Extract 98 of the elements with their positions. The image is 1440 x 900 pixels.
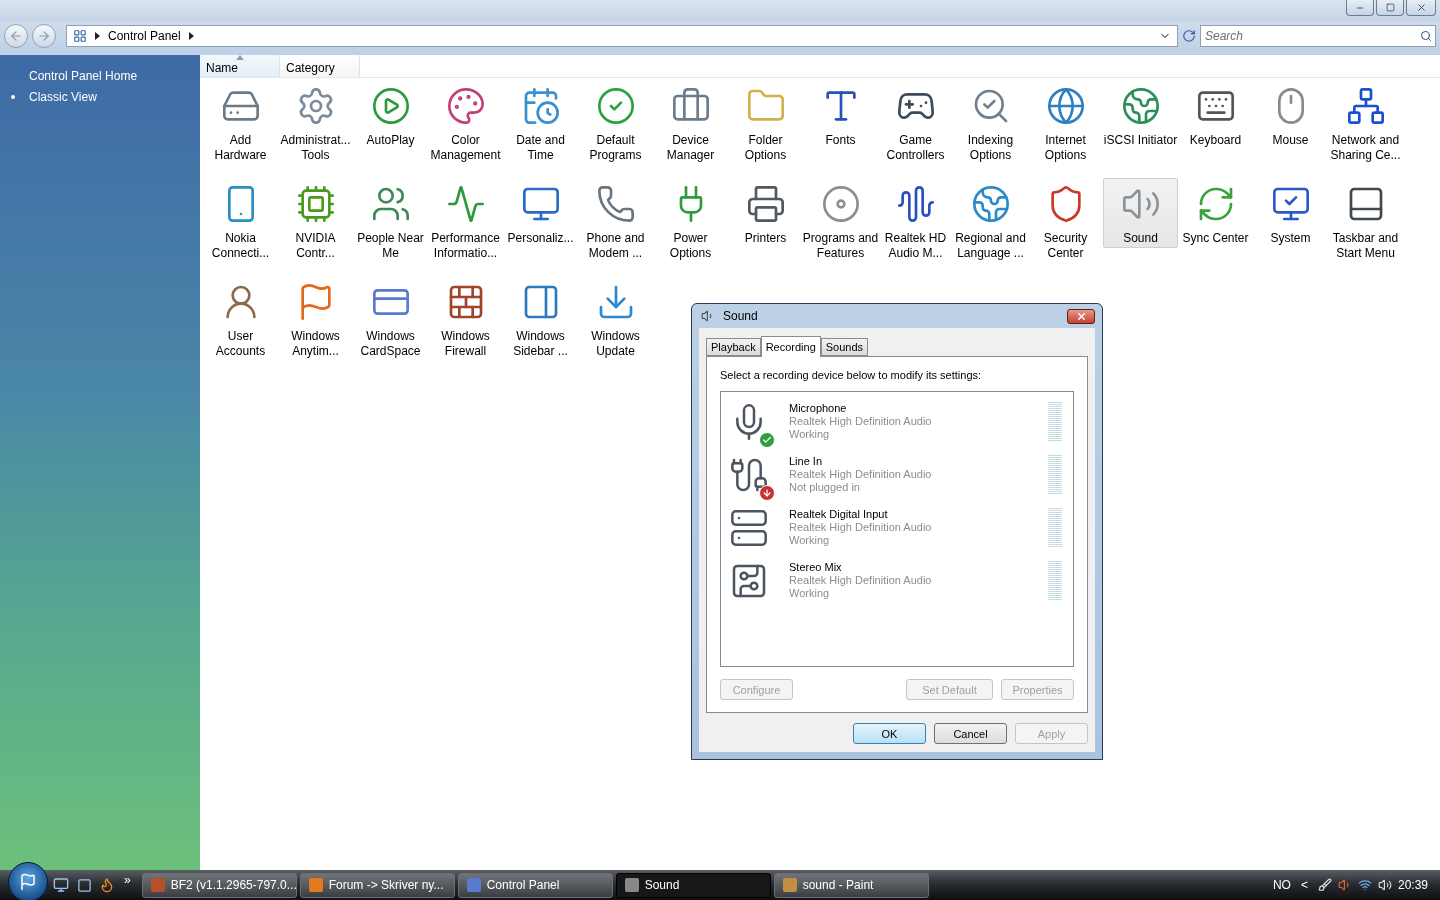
device-driver: Realtek High Definition Audio <box>789 574 933 587</box>
breadcrumb[interactable]: Control Panel <box>108 29 181 43</box>
applet-item[interactable]: Windows Update <box>578 276 653 360</box>
dialog-title: Sound <box>723 309 759 323</box>
device-status: Working <box>789 587 831 600</box>
applet-item[interactable]: Windows Sidebar ... <box>503 276 578 360</box>
flag-icon <box>19 873 37 891</box>
applet-item[interactable]: Add Hardware <box>203 80 278 164</box>
applet-item[interactable]: Printers <box>728 178 803 247</box>
ok-button[interactable]: OK <box>853 723 926 744</box>
window-icon <box>308 878 323 892</box>
applet-item[interactable]: Programs and Features <box>803 178 878 262</box>
applet-item[interactable]: Security Center <box>1028 178 1103 262</box>
show-hidden-icons-button[interactable]: < <box>1296 878 1312 892</box>
applet-item[interactable]: Game Controllers <box>878 80 953 164</box>
device-name: Microphone <box>789 402 848 415</box>
close-button[interactable] <box>1067 308 1095 324</box>
applet-item[interactable]: AutoPlay <box>353 80 428 149</box>
applet-item[interactable]: Realtek HD Audio M... <box>878 178 953 262</box>
applet-item[interactable]: Internet Options <box>1028 80 1103 164</box>
column-header[interactable]: Name <box>200 55 280 77</box>
applet-item[interactable]: Date and Time <box>503 80 578 164</box>
applet-item[interactable]: Indexing Options <box>953 80 1028 164</box>
applet-item[interactable]: Sync Center <box>1178 178 1253 247</box>
applet-item[interactable]: Personaliz... <box>503 178 578 247</box>
address-field[interactable]: Control Panel <box>66 25 1178 47</box>
back-arrow-icon <box>9 29 23 43</box>
tab[interactable]: Playback <box>706 338 761 356</box>
applet-item[interactable]: Default Programs <box>578 80 653 164</box>
applet-item[interactable]: User Accounts <box>203 276 278 360</box>
taskbar-button[interactable]: Sound <box>615 872 771 898</box>
tab[interactable]: Sounds <box>820 338 869 356</box>
applet-item[interactable]: Taskbar and Start Menu <box>1328 178 1403 262</box>
more-button[interactable]: » <box>120 873 139 897</box>
applet-item[interactable]: Regional and Language ... <box>953 178 1028 262</box>
close-icon <box>1075 310 1087 322</box>
applet-item[interactable]: Network and Sharing Ce... <box>1328 80 1403 164</box>
clock[interactable]: 20:39 <box>1397 878 1428 892</box>
applet-item[interactable]: Folder Options <box>728 80 803 164</box>
sidebar-link[interactable]: Control Panel Home <box>29 69 138 83</box>
device-driver: Realtek High Definition Audio <box>789 521 933 534</box>
applet-item[interactable]: Fonts <box>803 80 878 149</box>
sidebar-link[interactable]: Classic View <box>29 90 97 104</box>
maximize-button[interactable] <box>1376 0 1404 16</box>
cancel-button[interactable]: Cancel <box>934 723 1007 744</box>
control-panel-icon <box>73 29 87 43</box>
device-driver: Realtek High Definition Audio <box>789 468 933 481</box>
applet-item[interactable]: Performance Informatio... <box>428 178 503 262</box>
instruction-text: Select a recording device below to modify its settings: <box>720 369 983 381</box>
window-icon <box>624 878 639 892</box>
start-button[interactable] <box>8 862 48 900</box>
window-icon <box>782 878 797 892</box>
tray-icon[interactable] <box>1317 878 1332 892</box>
applet-item[interactable]: Nokia Connecti... <box>203 178 278 262</box>
breadcrumb-arrow-icon[interactable] <box>95 32 100 40</box>
device-name: Realtek Digital Input <box>789 508 889 521</box>
applet-item[interactable]: Windows Anytim... <box>278 276 353 360</box>
close-icon <box>1415 2 1427 13</box>
device-name: Stereo Mix <box>789 561 843 574</box>
taskbar-button[interactable]: sound - Paint <box>773 872 929 898</box>
applet-item[interactable]: Keyboard <box>1178 80 1253 149</box>
applet-item[interactable]: Sound <box>1103 178 1178 248</box>
volume-icon[interactable] <box>1377 878 1392 892</box>
forward-arrow-icon <box>37 29 51 43</box>
device-status: Working <box>789 428 831 441</box>
column-header[interactable]: Category <box>280 55 360 77</box>
applet-item[interactable]: Device Manager <box>653 80 728 164</box>
network-icon[interactable] <box>1357 878 1372 892</box>
applet-item[interactable]: System <box>1253 178 1328 247</box>
applet-item[interactable]: iSCSI Initiator <box>1103 80 1178 149</box>
applet-item[interactable]: Power Options <box>653 178 728 262</box>
taskbar-button[interactable]: Control Panel <box>457 872 613 898</box>
maximize-icon <box>1385 3 1395 12</box>
applet-item[interactable]: People Near Me <box>353 178 428 262</box>
device-status: Working <box>789 534 831 547</box>
search-field[interactable]: Search <box>1200 25 1436 47</box>
applet-item[interactable]: Administrat... Tools <box>278 80 353 164</box>
applet-item[interactable]: Windows CardSpace <box>353 276 428 360</box>
search-icon[interactable] <box>1420 30 1432 42</box>
window-icon <box>150 878 165 892</box>
device-name: Line In <box>789 455 824 468</box>
tab[interactable]: Recording <box>760 336 821 357</box>
desktop-icon[interactable] <box>51 875 71 895</box>
device-driver: Realtek High Definition Audio <box>789 415 933 428</box>
window-icon <box>466 878 481 892</box>
applet-item[interactable]: Mouse <box>1253 80 1328 149</box>
device-status: Not plugged in <box>789 481 861 494</box>
breadcrumb-arrow-icon[interactable] <box>188 32 194 40</box>
device-icon <box>729 507 769 548</box>
applet-item[interactable]: Color Management <box>428 80 503 164</box>
language-indicator[interactable]: NO <box>1272 878 1291 892</box>
applet-item[interactable]: Phone and Modem ... <box>578 178 653 262</box>
applet-item[interactable]: Windows Firewall <box>428 276 503 360</box>
taskbar-button[interactable]: BF2 (v1.1.2965-797.0... <box>141 872 297 898</box>
taskbar-button[interactable]: Forum -> Skriver ny... <box>299 872 455 898</box>
minimize-button[interactable] <box>1346 0 1374 16</box>
applet-item[interactable]: NVIDIA Contr... <box>278 178 353 262</box>
refresh-icon[interactable] <box>1182 29 1196 43</box>
